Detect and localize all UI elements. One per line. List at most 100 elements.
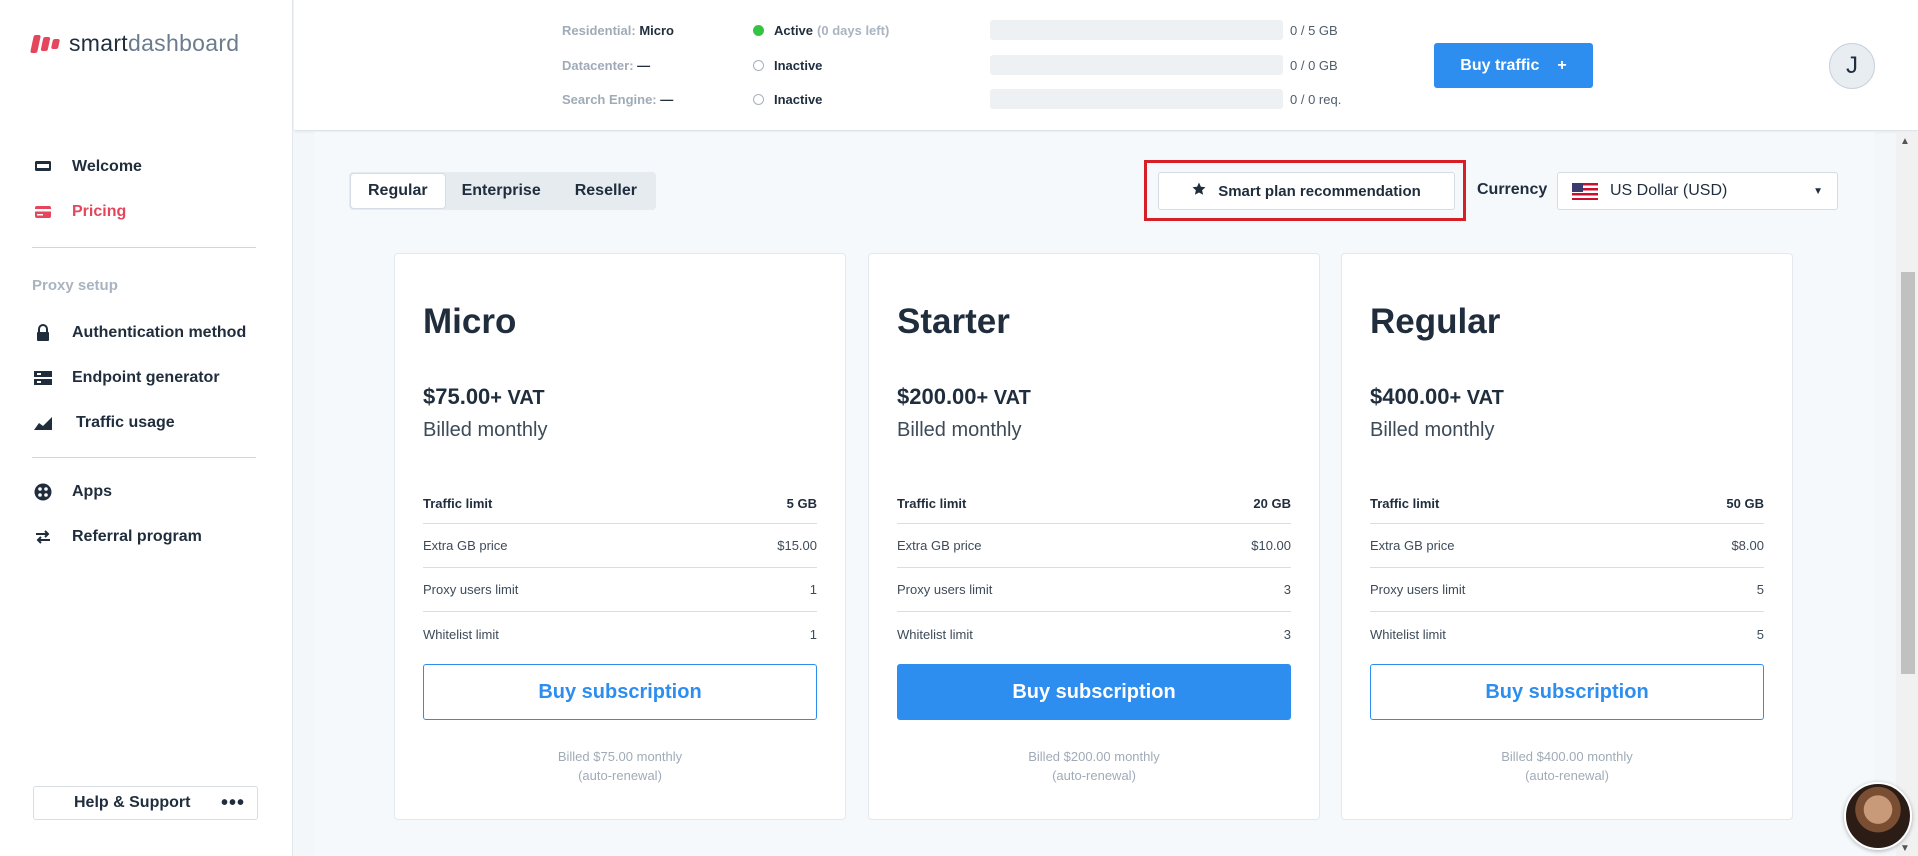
logo-text-smart: smart	[69, 30, 128, 56]
sidebar-item-label: Pricing	[72, 203, 127, 220]
plan-vat: + VAT	[1449, 387, 1504, 409]
traffic-amount: 0 / 0 req.	[1290, 91, 1342, 107]
billing-note-line: Billed $200.00 monthly	[1028, 749, 1160, 764]
plan-card-starter: Starter $200.00+ VAT Billed monthly Traf…	[868, 253, 1320, 820]
section-label-proxy-setup: Proxy setup	[32, 277, 118, 294]
buy-subscription-button[interactable]: Buy subscription	[423, 664, 817, 720]
traffic-type-label: Search Engine:	[562, 91, 657, 107]
traffic-amount: 0 / 0 GB	[1290, 57, 1338, 73]
sidebar-divider	[32, 247, 256, 248]
smart-plan-recommendation-button[interactable]: Smart plan recommendation	[1158, 172, 1455, 210]
feature-label: Proxy users limit	[423, 582, 519, 597]
traffic-progress-bar	[990, 20, 1283, 40]
feature-row: Traffic limit 50 GB	[1370, 483, 1764, 524]
credit-card-icon	[32, 203, 54, 221]
status-inactive-icon	[753, 93, 764, 105]
sidebar-item-label: Welcome	[72, 158, 142, 175]
sidebar-item-authentication-method[interactable]: Authentication method	[32, 324, 246, 342]
sidebar-item-label: Authentication method	[72, 324, 247, 341]
us-flag-icon	[1572, 182, 1598, 200]
status-inactive-icon	[753, 59, 764, 71]
feature-value: 50 GB	[1726, 495, 1764, 511]
feature-value: $8.00	[1731, 538, 1764, 553]
status-active-icon	[753, 24, 764, 36]
logo-mark-icon	[30, 34, 61, 53]
scroll-up-icon[interactable]: ▲	[1900, 136, 1910, 147]
feature-value: 5	[1756, 582, 1764, 597]
sidebar-item-referral-program[interactable]: Referral program	[32, 528, 202, 546]
plan-card-regular: Regular $400.00+ VAT Billed monthly Traf…	[1341, 253, 1793, 820]
sidebar-item-traffic-usage[interactable]: Traffic usage	[32, 414, 175, 432]
support-chat-avatar[interactable]	[1844, 782, 1912, 850]
feature-row: Extra GB price $10.00	[897, 524, 1291, 568]
plan-billing: Billed monthly	[423, 419, 548, 441]
feature-label: Proxy users limit	[897, 582, 993, 597]
plan-billing: Billed monthly	[1370, 419, 1495, 441]
scroll-down-icon[interactable]: ▼	[1900, 843, 1910, 854]
tab-reseller[interactable]: Reseller	[558, 174, 654, 208]
sidebar-divider	[32, 457, 256, 458]
sidebar-item-welcome[interactable]: Welcome	[32, 158, 142, 176]
plan-price: $400.00	[1370, 384, 1450, 409]
sidebar-item-endpoint-generator[interactable]: Endpoint generator	[32, 369, 220, 387]
billing-note-line: (auto-renewal)	[578, 768, 662, 783]
logo[interactable]: smartdashboard	[30, 30, 240, 57]
sidebar: smartdashboard Welcome Pricing Proxy set…	[0, 0, 293, 856]
feature-value: $10.00	[1251, 538, 1291, 553]
plan-tabs: Regular Enterprise Reseller	[349, 172, 656, 210]
billing-note: Billed $400.00 monthly (auto-renewal)	[1342, 747, 1792, 785]
traffic-amount: 0 / 5 GB	[1290, 22, 1338, 38]
pricing-main: Regular Enterprise Reseller Smart plan r…	[314, 132, 1874, 856]
tab-enterprise[interactable]: Enterprise	[445, 174, 558, 208]
plan-features: Traffic limit 50 GB Extra GB price $8.00 P…	[1370, 483, 1764, 656]
feature-row: Extra GB price $15.00	[423, 524, 817, 568]
sidebar-item-pricing[interactable]: Pricing	[32, 203, 126, 221]
feature-value: $15.00	[777, 538, 817, 553]
sidebar-item-label: Endpoint generator	[72, 369, 220, 386]
plan-price: $75.00	[423, 384, 491, 409]
buy-subscription-button[interactable]: Buy subscription	[1370, 664, 1764, 720]
scrollbar-thumb[interactable]	[1901, 272, 1915, 674]
plus-icon: +	[1557, 56, 1567, 74]
buy-traffic-button[interactable]: Buy traffic +	[1434, 43, 1593, 88]
traffic-type-label: Residential:	[562, 22, 636, 38]
feature-label: Traffic limit	[897, 495, 967, 511]
help-support-button[interactable]: Help & Support •••	[33, 786, 258, 820]
area-chart-icon	[32, 414, 54, 432]
plan-vat: + VAT	[490, 387, 545, 409]
feature-row: Proxy users limit 3	[897, 568, 1291, 612]
feature-value: 5 GB	[786, 495, 817, 511]
feature-row: Extra GB price $8.00	[1370, 524, 1764, 568]
feature-value: 1	[809, 626, 817, 642]
traffic-progress-bar	[990, 89, 1283, 109]
tab-regular[interactable]: Regular	[351, 174, 445, 208]
currency-selected: US Dollar (USD)	[1610, 182, 1728, 199]
currency-select[interactable]: US Dollar (USD) ▼	[1557, 172, 1838, 210]
traffic-row-datacenter: Datacenter: — Inactive 0 / 0 GB	[562, 55, 1338, 75]
buy-subscription-button[interactable]: Buy subscription	[897, 664, 1291, 720]
feature-label: Extra GB price	[897, 538, 982, 553]
feature-label: Whitelist limit	[1370, 626, 1446, 642]
billing-note: Billed $75.00 monthly (auto-renewal)	[395, 747, 845, 785]
star-icon	[1192, 182, 1206, 200]
feature-label: Whitelist limit	[897, 626, 973, 642]
top-bar: Residential: Micro Active (0 days left) 0…	[294, 0, 1918, 131]
feature-label: Proxy users limit	[1370, 582, 1466, 597]
billing-note-line: Billed $75.00 monthly	[557, 749, 683, 764]
traffic-status: Active	[774, 22, 814, 38]
plan-billing: Billed monthly	[897, 419, 1022, 441]
logo-text-dashboard: dashboard	[128, 30, 240, 56]
feature-row: Whitelist limit 1	[423, 612, 817, 656]
feature-label: Extra GB price	[1370, 538, 1455, 553]
billing-note-line: (auto-renewal)	[1525, 768, 1609, 783]
traffic-status: Inactive	[774, 91, 823, 107]
more-options-icon[interactable]: •••	[221, 793, 245, 813]
traffic-type-label: Datacenter:	[562, 57, 634, 73]
plan-name: Starter	[897, 302, 1010, 341]
avatar[interactable]: J	[1829, 43, 1875, 89]
sidebar-item-label: Apps	[72, 483, 112, 500]
feature-row: Whitelist limit 3	[897, 612, 1291, 656]
plan-name: Regular	[1370, 302, 1501, 341]
sidebar-item-apps[interactable]: Apps	[32, 483, 112, 501]
server-icon	[32, 369, 54, 387]
